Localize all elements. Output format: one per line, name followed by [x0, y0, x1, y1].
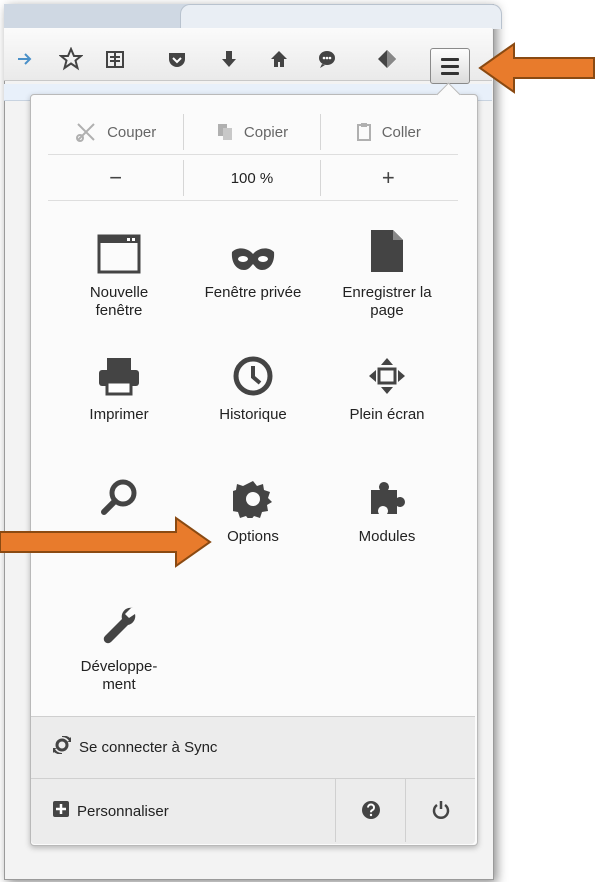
clipboard-icon	[356, 123, 371, 141]
paste-label: Coller	[381, 123, 421, 141]
fullscreen-label: Plein écran	[349, 406, 425, 423]
mask-icon	[230, 222, 276, 274]
quit-button[interactable]	[405, 778, 476, 842]
private-window-button[interactable]: Fenêtre privée	[187, 222, 319, 302]
sync-button[interactable]: Se connecter à Sync	[31, 718, 475, 776]
tag-icon[interactable]	[370, 42, 404, 76]
options-label: Options	[227, 528, 279, 545]
zoom-controls: − 100 % +	[48, 160, 456, 196]
reading-list-icon[interactable]	[98, 42, 132, 76]
divider	[48, 200, 458, 201]
divider	[48, 154, 458, 155]
download-icon[interactable]	[212, 42, 246, 76]
private-window-label: Fenêtre privée	[204, 284, 302, 301]
printer-icon	[97, 344, 141, 396]
save-page-label: Enregistrer la page	[342, 284, 432, 319]
star-icon[interactable]	[54, 42, 88, 76]
help-icon	[362, 801, 380, 819]
print-button[interactable]: Imprimer	[53, 344, 185, 424]
new-window-label: Nouvelle fenêtre	[89, 284, 149, 319]
copy-label: Copier	[243, 123, 289, 141]
zoom-in-button[interactable]: +	[321, 160, 456, 196]
clock-icon	[233, 344, 273, 396]
history-label: Historique	[219, 406, 287, 423]
copy-icon	[217, 124, 232, 140]
save-page-button[interactable]: Enregistrer la page	[321, 222, 453, 320]
sync-label: Se connecter à Sync	[79, 738, 218, 756]
cut-label: Couper	[107, 123, 157, 141]
options-pointer-arrow	[0, 516, 212, 568]
scissors-icon	[76, 123, 95, 142]
page-icon	[369, 222, 405, 274]
plus-icon	[53, 800, 69, 822]
developer-label: Développe- ment	[80, 658, 158, 693]
fullscreen-icon	[367, 344, 407, 396]
forward-icon[interactable]	[8, 42, 42, 76]
browser-tab[interactable]	[180, 4, 502, 29]
home-icon[interactable]	[262, 42, 296, 76]
search-icon	[99, 466, 139, 518]
addons-label: Modules	[358, 528, 416, 545]
chat-icon[interactable]	[310, 42, 344, 76]
developer-button[interactable]: Développe- ment	[53, 596, 185, 694]
paste-button[interactable]: Coller	[321, 114, 456, 150]
zoom-out-button[interactable]: −	[48, 160, 185, 196]
help-button[interactable]	[335, 778, 406, 842]
hamburger-menu-icon[interactable]	[430, 48, 470, 84]
wrench-icon	[99, 596, 139, 648]
pocket-icon[interactable]	[160, 42, 194, 76]
fullscreen-button[interactable]: Plein écran	[321, 344, 453, 424]
power-icon	[432, 801, 450, 819]
menu-pointer-arrow	[478, 42, 595, 94]
zoom-reset-button[interactable]: 100 %	[184, 160, 321, 196]
window-icon	[97, 222, 141, 274]
new-window-button[interactable]: Nouvelle fenêtre	[53, 222, 185, 320]
history-button[interactable]: Historique	[187, 344, 319, 424]
puzzle-piece-icon	[367, 466, 407, 518]
addons-button[interactable]: Modules	[321, 466, 453, 546]
customize-label: Personnaliser	[77, 802, 169, 820]
copy-button[interactable]: Copier	[184, 114, 321, 150]
cut-button[interactable]: Couper	[48, 114, 185, 150]
edit-controls: Couper Copier Coller	[48, 114, 456, 150]
gear-icon	[233, 466, 273, 518]
sync-icon	[52, 735, 72, 759]
print-label: Imprimer	[89, 406, 149, 423]
